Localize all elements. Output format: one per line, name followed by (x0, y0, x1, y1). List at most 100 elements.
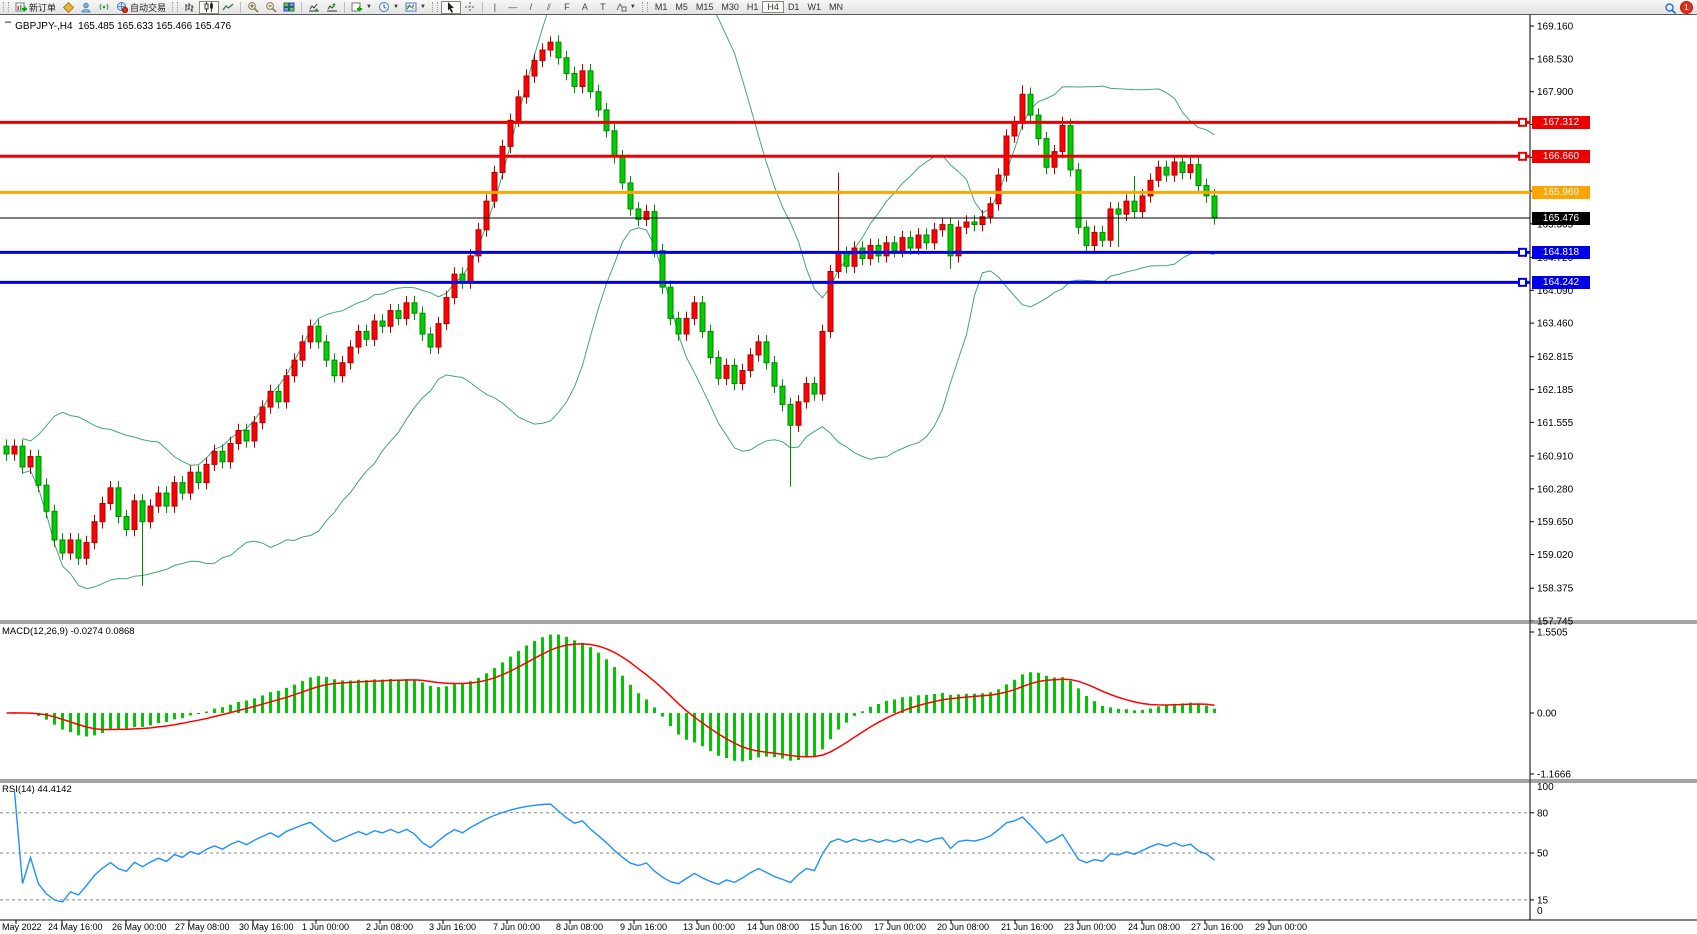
rsi-name: RSI(14) (2, 784, 35, 795)
chart-title: ▔GBPJPY-,H4 165.485 165.633 165.466 165.… (5, 21, 231, 32)
tf-m30[interactable]: M30 (717, 1, 743, 13)
tf-m15[interactable]: M15 (692, 1, 718, 13)
template-icon (405, 1, 417, 13)
tile-windows-button[interactable] (280, 1, 298, 14)
chart-area[interactable]: 169.160168.530167.900167.270166.640165.9… (0, 0, 1697, 934)
candle-body (796, 402, 801, 425)
tf-h1[interactable]: H1 (743, 1, 763, 13)
zoom-out-button[interactable] (262, 1, 280, 14)
shapes-icon (615, 1, 627, 13)
vertical-line-tool[interactable]: | (486, 1, 504, 14)
price-tick-label: 162.185 (1537, 385, 1574, 396)
price-level-badge: 164.242 (1532, 276, 1590, 289)
templates-button[interactable]: ▼ (402, 1, 429, 14)
candle-body (236, 430, 241, 443)
periods-button[interactable]: ▼ (375, 1, 402, 14)
candle-body (828, 272, 833, 332)
candle-body (164, 493, 169, 506)
line-chart-button[interactable] (219, 1, 237, 14)
candle-body (1108, 209, 1113, 240)
candle-body (292, 360, 297, 376)
line-handle[interactable] (1519, 249, 1526, 256)
horizontal-line-tool[interactable]: — (504, 1, 522, 14)
auto-trading-icon (116, 1, 128, 13)
candle-body (308, 326, 313, 342)
candle-body (60, 540, 65, 553)
trendline-tool[interactable]: / (522, 1, 540, 14)
toolbar-grip[interactable] (432, 2, 438, 12)
candle-body (756, 342, 761, 355)
line-handle[interactable] (1519, 279, 1526, 286)
candle-body (740, 371, 745, 384)
tf-mn[interactable]: MN (825, 1, 847, 13)
price-level-badge: 167.312 (1532, 116, 1590, 129)
search-icon[interactable] (1664, 2, 1676, 14)
price-axis: 169.160168.530167.900167.270166.640165.9… (1530, 22, 1574, 628)
price-tick-label: 158.375 (1537, 584, 1574, 595)
candle-body (940, 225, 945, 230)
candle-body (788, 404, 793, 425)
candle-body (700, 303, 705, 332)
tf-d1[interactable]: D1 (784, 1, 804, 13)
rsi-panel: 8050151000 (0, 782, 1554, 917)
tf-w1[interactable]: W1 (803, 1, 825, 13)
crosshair-button[interactable] (461, 1, 479, 14)
line-handle[interactable] (1519, 119, 1526, 126)
chart-shift-button[interactable] (323, 1, 341, 14)
trendline-icon: / (525, 1, 537, 13)
toolbar-grip[interactable] (3, 2, 9, 12)
line-handle[interactable] (1519, 153, 1526, 160)
tf-m5[interactable]: M5 (671, 1, 692, 13)
indicators-button[interactable]: ▼ (348, 1, 375, 14)
hline-icon: — (507, 1, 519, 13)
toolbar-grip[interactable] (172, 2, 178, 12)
auto-trading-button[interactable]: 自动交易 (113, 1, 169, 14)
candle-body (852, 248, 857, 266)
fibonacci-tool[interactable]: F (558, 1, 576, 14)
signal-waves-icon (98, 1, 110, 13)
add-indicator-icon (351, 1, 363, 13)
gold-diamond-icon (62, 1, 74, 13)
candle-body (1076, 170, 1081, 227)
zoom-in-button[interactable] (244, 1, 262, 14)
signals-button[interactable] (95, 1, 113, 14)
candle-body (140, 501, 145, 522)
candle-body (252, 423, 257, 441)
candle-body (36, 457, 41, 486)
new-order-button[interactable]: 新订单 (12, 1, 59, 14)
rsi-level-label: 50 (1537, 849, 1549, 860)
shapes-tool[interactable]: ▼ (612, 1, 639, 14)
candle-body (964, 222, 969, 227)
candle-body (492, 172, 497, 201)
candle-body (436, 324, 441, 347)
candle-body (564, 58, 569, 74)
cursor-button[interactable] (441, 1, 461, 14)
crosshair-icon (464, 1, 476, 13)
candle-body (420, 313, 425, 334)
macd-name: MACD(12,26,9) (2, 626, 68, 637)
dropdown-arrow-icon: ▼ (420, 4, 426, 10)
market-button[interactable] (59, 1, 77, 14)
toolbar-grip[interactable] (642, 2, 648, 12)
auto-scroll-button[interactable] (305, 1, 323, 14)
candle-body (1028, 94, 1033, 115)
bar-chart-button[interactable] (181, 1, 199, 14)
candle-body (92, 522, 97, 543)
candle-body (556, 42, 561, 58)
text-tool[interactable]: A (576, 1, 594, 14)
time-axis-label: May 2022 (2, 922, 42, 932)
candle-body (668, 287, 673, 318)
tf-m1[interactable]: M1 (651, 1, 672, 13)
channel-tool[interactable]: ⫽ (540, 1, 558, 14)
notification-badge[interactable]: 1 (1680, 1, 1693, 14)
candle-body (1180, 162, 1185, 172)
community-button[interactable] (77, 1, 95, 14)
label-tool[interactable]: T (594, 1, 612, 14)
time-axis-label: 1 Jun 00:00 (302, 922, 349, 932)
candle-body (1068, 126, 1073, 170)
dropdown-arrow-icon: ▼ (393, 4, 399, 10)
candle-body (356, 331, 361, 347)
candle-body (156, 493, 161, 506)
candlestick-button[interactable] (199, 1, 219, 14)
tf-h4[interactable]: H4 (762, 1, 784, 13)
